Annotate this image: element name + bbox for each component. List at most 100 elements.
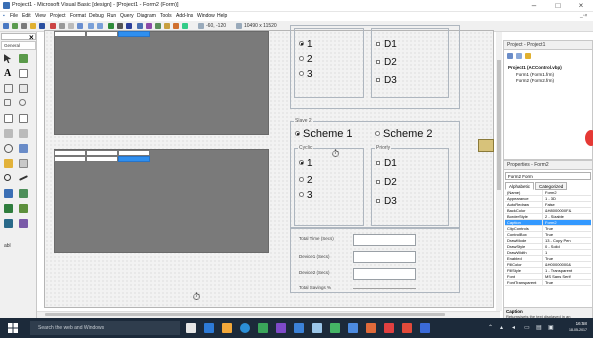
slave1-check-d2[interactable]: D2 [376,58,397,68]
slave1-cyclic-option-3[interactable]: 3 [299,70,313,80]
property-value[interactable]: 13 - Copy Pen [543,238,591,243]
tray-chevron-icon[interactable]: ⌃ [488,324,493,331]
tray-volume-icon[interactable]: ◂ [512,324,515,331]
excel-icon[interactable] [258,323,268,333]
pointer-tool-icon[interactable] [4,54,12,63]
outlook-icon[interactable] [348,323,358,333]
serial-port-control-icon[interactable] [478,139,494,152]
slave1-cyclic-option-1[interactable]: 1 [299,40,313,50]
paint-icon[interactable] [330,323,340,333]
menu-editor-icon[interactable] [21,23,27,29]
shape-tool-icon[interactable] [4,174,11,181]
scheme-1-option[interactable]: Scheme 1 [295,129,353,140]
slave2-cyclic-option-1[interactable]: 1 [299,159,313,169]
property-value[interactable]: 1 - Transparent [543,268,591,273]
total-time-textbox[interactable] [353,234,416,246]
menu-view[interactable]: View [35,13,46,19]
view-code-icon[interactable] [507,53,513,59]
toggle-folders-icon[interactable] [525,53,531,59]
add-project-icon[interactable] [3,23,9,29]
form-timer-icon[interactable]: ⏱ [191,292,202,303]
property-value[interactable]: &H00000000& [543,262,591,267]
filelistbox-tool-icon[interactable] [19,159,28,168]
menu-window[interactable]: Window [197,13,215,19]
slave1-check-d3[interactable]: D3 [376,76,397,86]
menu-add-ins[interactable]: Add-Ins [176,13,193,19]
menu-format[interactable]: Format [70,13,86,19]
display-panel-bottom[interactable] [54,149,269,253]
slave1-cyclic-option-2[interactable]: 2 [299,55,313,65]
device2-textbox[interactable] [353,268,416,280]
data-tool-icon[interactable] [19,189,28,198]
timer-tool-icon[interactable] [4,144,13,153]
menu-run[interactable]: Run [107,13,116,19]
form-layout-icon[interactable] [155,23,161,29]
add-form-icon[interactable] [12,23,18,29]
textbox-tool-icon[interactable] [19,69,28,78]
hscrollbar-tool-icon[interactable] [4,129,13,138]
tray-message-icon[interactable]: ▣ [548,324,554,331]
word-icon[interactable] [294,323,304,333]
mdi-controls-icon[interactable]: _▫× [580,13,587,19]
menu-project[interactable]: Project [50,13,66,19]
edge-browser-icon[interactable] [204,323,214,333]
menu-diagram[interactable]: Diagram [137,13,156,19]
designer-vertical-scroll-thumb[interactable] [497,60,501,190]
menu-help[interactable]: Help [217,13,227,19]
data-view-icon[interactable] [182,23,188,29]
project-form1-node[interactable]: Form1 (Form1.frm) [516,72,554,77]
windows-start-icon[interactable] [8,323,18,333]
slave2-check-d1[interactable]: D1 [376,159,397,169]
taskbar-clock[interactable]: 16:58 18-05-2017 [569,321,587,333]
slave2-cyclic-option-2[interactable]: 2 [299,176,313,186]
media-player-icon[interactable] [402,323,412,333]
project-root-node[interactable]: Project1 (ACControl.vbp) [508,65,562,70]
slave2-check-d3[interactable]: D3 [376,197,397,207]
undo-icon[interactable] [88,23,94,29]
mscomm-tool-icon[interactable] [19,204,28,213]
property-value[interactable]: &H8000000F& [543,208,591,213]
object-browser-icon[interactable] [164,23,170,29]
task-view-icon[interactable] [186,323,196,333]
view-object-icon[interactable] [516,53,522,59]
end-icon[interactable] [126,23,132,29]
minimize-button[interactable]: – [523,1,545,11]
property-value[interactable]: Form2 [543,190,591,195]
grid-cell[interactable] [54,156,86,162]
display-panel-top[interactable] [54,31,269,135]
frame-tool-icon[interactable] [4,84,13,93]
menu-file[interactable]: File [10,13,18,19]
picturebox-tool-icon[interactable] [19,54,28,63]
break-icon[interactable] [117,23,123,29]
drivelistbox-tool-icon[interactable] [19,144,28,153]
optionbutton-tool-icon[interactable] [19,99,26,106]
project-explorer-icon[interactable] [137,23,143,29]
toolbox-tab-general[interactable]: General [1,41,36,50]
dirlistbox-tool-icon[interactable] [4,159,13,168]
custom-control-icon[interactable] [19,219,28,228]
close-button[interactable]: × [570,1,592,11]
grid-cell-selected[interactable] [118,31,150,37]
commandbutton-tool-icon[interactable] [19,84,28,93]
property-value[interactable]: MS Sans Serif [543,274,591,279]
monitor-icon[interactable] [312,323,322,333]
redo-icon[interactable] [97,23,103,29]
taskbar-search-box[interactable]: Search the web and Windows [30,321,180,335]
menu-debug[interactable]: Debug [89,13,104,19]
property-value[interactable]: 1 [543,250,591,255]
maximize-button[interactable]: □ [547,1,569,11]
slave2-check-d2[interactable]: D2 [376,178,397,188]
image-tool-icon[interactable] [4,189,13,198]
grid-cell[interactable] [54,31,86,37]
vb-taskbar-icon[interactable] [276,323,286,333]
form2-designer[interactable]: 1 2 3 D1 D2 D3 Slave 2 Scheme 1 Scheme 2… [44,25,494,308]
acrobat-icon[interactable] [384,323,394,333]
device1-textbox[interactable] [353,251,416,263]
open-project-icon[interactable] [30,23,36,29]
line-tool-icon[interactable] [18,175,29,181]
cut-icon[interactable] [50,23,56,29]
listbox-tool-icon[interactable] [19,114,28,123]
grid-cell[interactable] [86,31,118,37]
property-value[interactable]: True [543,232,591,237]
slave2-cyclic-option-3[interactable]: 3 [299,191,313,201]
